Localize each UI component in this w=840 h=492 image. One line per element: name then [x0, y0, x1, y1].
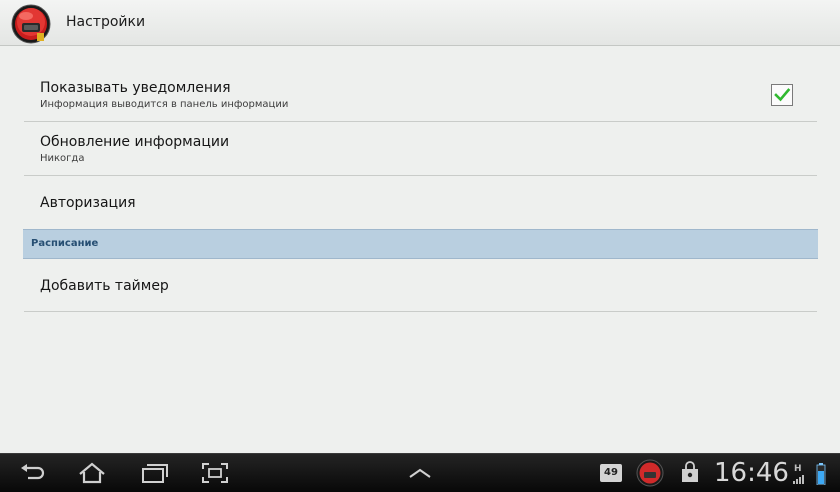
action-bar: Настройки: [0, 0, 840, 46]
store-bag-icon[interactable]: [680, 460, 700, 486]
app-logo-icon[interactable]: [10, 3, 52, 45]
show-notifications-checkbox[interactable]: [771, 84, 793, 106]
pref-authorization-title: Авторизация: [40, 195, 136, 211]
pref-show-notifications-title: Показывать уведомления: [40, 80, 231, 96]
app-notification-icon[interactable]: [636, 459, 664, 487]
pref-update-info-summary: Никогда: [40, 153, 85, 164]
battery-icon: [816, 463, 826, 485]
home-icon[interactable]: [76, 460, 108, 486]
checkmark-icon: [774, 88, 791, 102]
preferences-list: Показывать уведомления Информация выводи…: [0, 47, 840, 453]
signal-icon: [793, 475, 804, 484]
page-title: Настройки: [66, 14, 146, 30]
pref-show-notifications-summary: Информация выводится в панель информации: [40, 99, 289, 110]
pref-add-timer[interactable]: Добавить таймер: [24, 259, 817, 312]
screenshot-icon[interactable]: [200, 460, 230, 486]
notification-count-badge[interactable]: 49: [600, 464, 622, 482]
network-type-label: H: [794, 464, 802, 474]
system-bar: 49 16:46 H: [0, 453, 840, 492]
category-schedule-label: Расписание: [31, 238, 99, 249]
pref-show-notifications[interactable]: Показывать уведомления Информация выводи…: [24, 69, 817, 122]
network-indicator: H: [793, 464, 807, 484]
clock: 16:46: [714, 458, 789, 488]
pref-update-info-title: Обновление информации: [40, 134, 230, 150]
category-schedule: Расписание: [23, 229, 818, 259]
recent-apps-icon[interactable]: [138, 460, 170, 486]
pref-update-info[interactable]: Обновление информации Никогда: [24, 122, 817, 176]
chevron-up-icon[interactable]: [406, 460, 434, 486]
pref-add-timer-title: Добавить таймер: [40, 278, 169, 294]
pref-authorization[interactable]: Авторизация: [24, 176, 817, 229]
back-icon[interactable]: [18, 460, 46, 486]
